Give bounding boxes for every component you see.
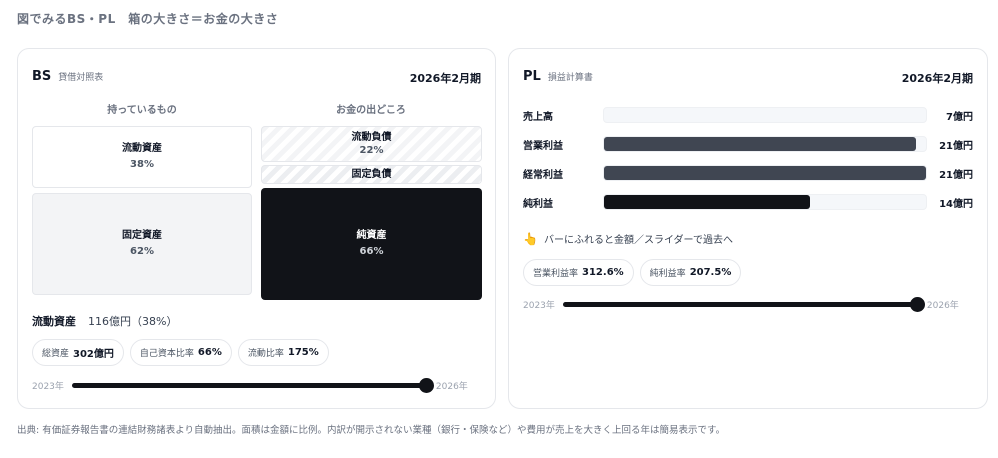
pl-row-sales[interactable]: 売上高 7億円 [523,106,973,124]
total-assets-pill: 総資産 302億円 [32,339,124,366]
current-liabilities-label: 流動負債 [351,132,392,143]
pill-value: 175% [287,347,319,358]
fixed-liabilities-box[interactable]: 固定負債 [261,165,482,184]
pl-bar-track[interactable] [603,136,927,152]
current-liabilities-box[interactable]: 流動負債 22% [261,126,482,162]
pl-title: PL [523,69,541,84]
slider-thumb[interactable] [909,297,925,312]
pl-subtitle: 損益計算書 [547,73,593,83]
slider-end-year: 2026年 [435,382,468,392]
pill-label: 流動比率 [247,349,284,359]
pl-bar[interactable] [604,166,926,180]
pl-bar[interactable] [604,195,811,209]
pill-value: 66% [197,347,222,358]
current-ratio-pill: 流動比率 175% [237,339,329,366]
liabilities-column-label: お金の出どころ [336,105,406,116]
pl-card: PL 損益計算書 2026年2月期 売上高 7億円 営業利益 21億円 経常利益… [508,48,988,409]
fixed-assets-box[interactable]: 固定資産 62% [32,193,252,295]
source-footnote: 出典: 有価証券報告書の連結財務諸表より自動抽出。面積は金額に比例。内訳が開示さ… [17,425,726,436]
slider-thumb[interactable] [418,378,434,393]
hint-text: 👆 バーにふれると金額／スライダーで過去へ [523,231,733,247]
selected-item-value: 116億円（38%） [88,315,178,328]
selected-item-name: 流動資産 [32,315,76,328]
selected-item-detail: 流動資産 116億円（38%） [32,313,177,329]
bs-year-slider[interactable]: 2023年 2026年 [32,378,468,393]
pointing-hand-icon: 👆 [523,231,538,246]
pill-label: 自己資本比率 [139,349,194,359]
pl-row-value: 14億円 [939,198,973,210]
current-assets-label: 流動資産 [122,143,162,154]
pl-row-operating-income[interactable]: 営業利益 21億円 [523,135,973,153]
pl-bar-track[interactable] [603,194,927,210]
pill-label: 営業利益率 [533,269,579,279]
slider-end-year: 2026年 [926,301,959,311]
fixed-assets-pct: 62% [130,246,154,257]
bs-metric-pills: 総資産 302億円 自己資本比率 66% 流動比率 175% [32,339,329,366]
net-assets-box[interactable]: 純資産 66% [261,188,482,300]
pl-row-label: 経常利益 [523,169,563,181]
current-liabilities-pct: 22% [359,145,384,156]
pl-period: 2026年2月期 [901,72,973,85]
bs-card: BS 貸借対照表 2026年2月期 持っているもの お金の出どころ 流動資産 3… [17,48,496,409]
pill-value: 302億円 [73,349,114,360]
pill-value: 207.5% [689,267,732,278]
pill-label: 総資産 [42,349,70,359]
bs-period: 2026年2月期 [409,72,481,85]
page-header: 図でみるBS・PL 箱の大きさ＝お金の大きさ [17,12,279,26]
pl-year-slider[interactable]: 2023年 2026年 [523,297,959,312]
pl-bar[interactable] [604,137,917,151]
fixed-liabilities-label: 固定負債 [351,168,392,180]
pl-card-title: PL 損益計算書 [523,69,593,84]
pl-bar-track[interactable] [603,165,927,181]
equity-ratio-pill: 自己資本比率 66% [129,339,232,366]
net-margin-pill: 純利益率 207.5% [639,259,742,286]
pl-row-value: 21億円 [939,169,973,181]
bs-subtitle: 貸借対照表 [58,73,104,83]
pill-label: 純利益率 [649,269,686,279]
slider-start-year: 2023年 [32,382,64,392]
pl-row-label: 純利益 [523,198,553,210]
bs-card-title: BS 貸借対照表 [32,69,103,84]
slider-track[interactable] [71,378,434,393]
slider-start-year: 2023年 [523,301,555,311]
pl-row-label: 売上高 [523,111,553,123]
pl-row-value: 21億円 [939,140,973,152]
assets-column-label: 持っているもの [107,105,177,116]
slider-track[interactable] [562,297,925,312]
pl-bar-track[interactable] [603,107,927,123]
pl-row-net-income[interactable]: 純利益 14億円 [523,193,973,211]
pill-value: 312.6% [582,267,624,278]
pl-row-label: 営業利益 [523,140,563,152]
bs-title: BS [32,69,52,84]
current-assets-pct: 38% [130,159,154,170]
operating-margin-pill: 営業利益率 312.6% [523,259,634,286]
current-assets-box[interactable]: 流動資産 38% [32,126,252,188]
pl-row-value: 7億円 [946,111,973,123]
pl-metric-pills: 営業利益率 312.6% 純利益率 207.5% [523,259,742,286]
hint-label: バーにふれると金額／スライダーで過去へ [543,235,733,246]
fixed-assets-label: 固定資産 [122,230,162,241]
pl-row-ordinary-income[interactable]: 経常利益 21億円 [523,164,973,182]
net-assets-pct: 66% [359,246,384,257]
net-assets-label: 純資産 [356,230,387,241]
